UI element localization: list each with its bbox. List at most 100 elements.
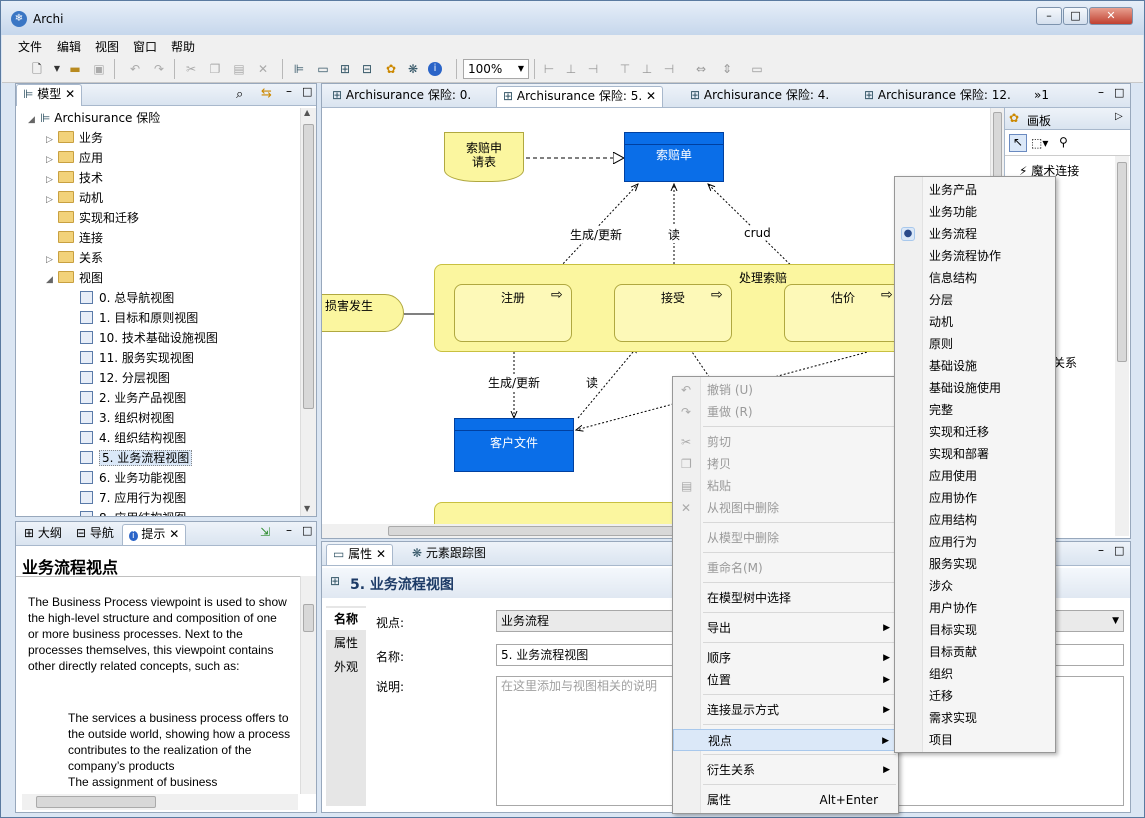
context-menu-item-3[interactable]: ✂ 剪切 (673, 431, 898, 453)
claim-business-object[interactable]: 索赔单 (624, 132, 724, 182)
tree-view-9[interactable]: 6. 业务功能视图 (80, 468, 186, 488)
paste-icon[interactable]: ▤ (230, 60, 248, 78)
outline-icon[interactable]: ⊞ (336, 60, 354, 78)
side-tab-appearance[interactable]: 外观 (326, 656, 366, 678)
context-menu-item-8[interactable]: 从模型中删除 (673, 527, 898, 549)
process-evaluate[interactable]: 估价 ⇨ (784, 284, 902, 342)
minimize-button[interactable]: – (1036, 7, 1062, 25)
context-menu-item-16[interactable]: 顺序 ▶ (673, 647, 898, 669)
minimize-panel-icon[interactable]: – (286, 523, 292, 537)
tree-root[interactable]: ◢ ⊫ Archisurance 保险 (28, 108, 160, 128)
customer-file-business-object[interactable]: 客户文件 (454, 418, 574, 472)
editor-tab-4[interactable]: ⊞ Archisurance 保险: 4. (684, 86, 835, 107)
redo-icon[interactable]: ↷ (150, 60, 168, 78)
scroll-thumb[interactable] (303, 124, 314, 409)
tree-view-6[interactable]: 3. 组织树视图 (80, 408, 174, 428)
process-accept[interactable]: 接受 ⇨ (614, 284, 732, 342)
viewpoint-item-10[interactable]: 完整 (895, 399, 1055, 421)
default-size-icon[interactable]: ▭ (748, 60, 766, 78)
viewpoint-item-19[interactable]: 用户协作 (895, 597, 1055, 619)
tab-hints[interactable]: i 提示 ✕ (122, 524, 187, 545)
expand-arrow-icon[interactable]: ▷ (46, 190, 58, 210)
save-icon[interactable]: ▣ (90, 60, 108, 78)
scroll-thumb[interactable] (36, 796, 156, 808)
tree-view-2[interactable]: 10. 技术基础设施视图 (80, 328, 218, 348)
editor-tab-overflow[interactable]: »1 (1028, 86, 1055, 107)
tree-view-7[interactable]: 4. 组织结构视图 (80, 428, 186, 448)
tab-outline[interactable]: ⊞ 大纲 (18, 524, 68, 545)
viewpoint-item-11[interactable]: 实现和迁移 (895, 421, 1055, 443)
palette-collapse-icon[interactable]: ▷ (1115, 111, 1123, 122)
viewpoint-item-1[interactable]: 业务功能 (895, 201, 1055, 223)
tree-view-10[interactable]: 7. 应用行为视图 (80, 488, 186, 508)
context-menu-item-25[interactable]: 属性 Alt+Enter (673, 789, 898, 811)
context-menu-item-21[interactable]: 视点 ▶ (673, 729, 898, 751)
model-tree-icon[interactable]: ⊫ (290, 60, 308, 78)
zoom-select[interactable]: 100% ▼ (463, 59, 529, 79)
editor-tab-0[interactable]: ⊞ Archisurance 保险: 0. (326, 86, 477, 107)
context-menu-item-0[interactable]: ↶ 撤销 (U) (673, 379, 898, 401)
tree-folder-6[interactable]: ▷ 关系 (46, 248, 103, 268)
viewpoint-item-13[interactable]: 应用使用 (895, 465, 1055, 487)
close-icon[interactable]: ✕ (376, 547, 386, 561)
match-height-icon[interactable]: ⇕ (718, 60, 736, 78)
damage-event[interactable]: 损害发生 (322, 294, 404, 332)
minimize-panel-icon[interactable]: – (1098, 85, 1104, 99)
tree-folder-2[interactable]: ▷ 技术 (46, 168, 103, 188)
align-top-icon[interactable]: ⊤ (616, 60, 634, 78)
select-tool-icon[interactable]: ↖ (1009, 134, 1027, 152)
open-folder-icon[interactable]: ▬ (66, 60, 84, 78)
graph-icon[interactable]: ❋ (404, 60, 422, 78)
close-icon[interactable]: ✕ (646, 89, 656, 103)
tree-view-3[interactable]: 11. 服务实现视图 (80, 348, 194, 368)
viewpoint-item-14[interactable]: 应用协作 (895, 487, 1055, 509)
palette-icon[interactable]: ✿ (382, 60, 400, 78)
maximize-panel-icon[interactable]: □ (302, 524, 312, 537)
viewpoint-item-3[interactable]: 业务流程协作 (895, 245, 1055, 267)
context-menu-item-4[interactable]: ❐ 拷贝 (673, 453, 898, 475)
tab-element-graph[interactable]: ❋ 元素跟踪图 (406, 544, 492, 565)
viewpoint-item-7[interactable]: 原则 (895, 333, 1055, 355)
viewpoint-item-24[interactable]: 需求实现 (895, 707, 1055, 729)
tree-view-8[interactable]: 5. 业务流程视图 (80, 448, 193, 468)
align-right-icon[interactable]: ⊣ (584, 60, 602, 78)
align-center-icon[interactable]: ⊥ (562, 60, 580, 78)
viewpoint-item-9[interactable]: 基础设施使用 (895, 377, 1055, 399)
viewpoint-item-6[interactable]: 动机 (895, 311, 1055, 333)
maximize-panel-icon[interactable]: □ (302, 85, 312, 98)
palette-scrollbar[interactable] (1115, 156, 1129, 536)
expand-arrow-icon[interactable]: ▷ (46, 130, 58, 150)
align-middle-icon[interactable]: ⊥ (638, 60, 656, 78)
viewpoint-item-16[interactable]: 应用行为 (895, 531, 1055, 553)
viewpoint-item-15[interactable]: 应用结构 (895, 509, 1055, 531)
viewpoint-item-0[interactable]: 业务产品 (895, 179, 1055, 201)
scroll-down-icon[interactable]: ▼ (304, 504, 310, 513)
menu-window[interactable]: 窗口 (133, 38, 157, 55)
editor-tab-12[interactable]: ⊞ Archisurance 保险: 12. (858, 86, 1017, 107)
expand-arrow-icon[interactable]: ▷ (46, 170, 58, 190)
tree-view-5[interactable]: 2. 业务产品视图 (80, 388, 186, 408)
context-menu-item-1[interactable]: ↷ 重做 (R) (673, 401, 898, 423)
viewpoint-item-21[interactable]: 目标贡献 (895, 641, 1055, 663)
viewpoint-item-25[interactable]: 项目 (895, 729, 1055, 751)
viewpoint-item-17[interactable]: 服务实现 (895, 553, 1055, 575)
format-painter-icon[interactable]: ⚲ (1059, 135, 1068, 149)
claim-form-representation[interactable]: 索赔申 请表 (444, 132, 524, 182)
context-menu-item-12[interactable]: 在模型树中选择 (673, 587, 898, 609)
search-icon[interactable]: ⌕ (236, 87, 243, 102)
menu-file[interactable]: 文件 (18, 38, 42, 55)
tree-folder-3[interactable]: ▷ 动机 (46, 188, 103, 208)
delete-icon[interactable]: ✕ (254, 60, 272, 78)
viewpoint-item-18[interactable]: 涉众 (895, 575, 1055, 597)
hint-hscrollbar[interactable] (22, 794, 298, 810)
tree-folder-0[interactable]: ▷ 业务 (46, 128, 103, 148)
maximize-panel-icon[interactable]: □ (1114, 86, 1124, 99)
match-width-icon[interactable]: ⇔ (692, 60, 710, 78)
new-file-icon[interactable]: 🗋 (28, 60, 46, 78)
maximize-panel-icon[interactable]: □ (1114, 544, 1124, 557)
scroll-thumb[interactable] (1117, 162, 1127, 362)
align-left-icon[interactable]: ⊢ (540, 60, 558, 78)
menu-help[interactable]: 帮助 (171, 38, 195, 55)
scroll-thumb[interactable] (303, 604, 314, 632)
expand-arrow-icon[interactable]: ▷ (46, 150, 58, 170)
